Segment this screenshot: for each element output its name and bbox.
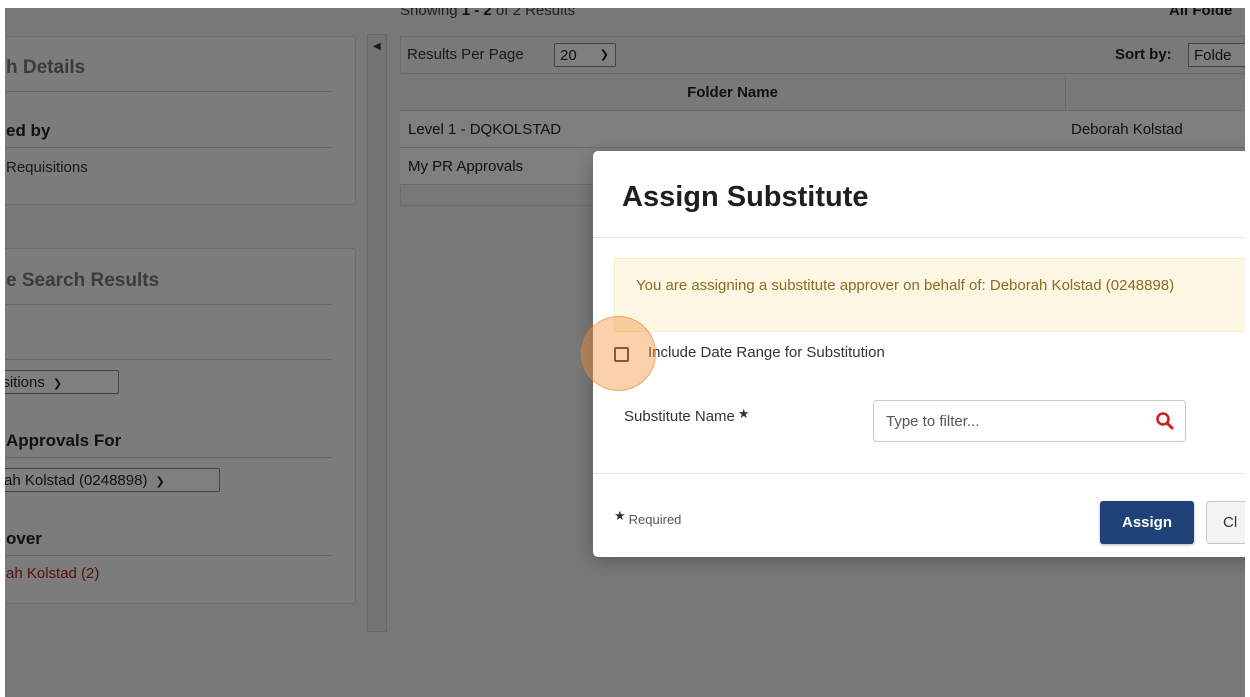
substitute-name-field[interactable]	[873, 400, 1186, 442]
substitute-name-input[interactable]	[886, 410, 1146, 432]
assign-substitute-dialog: Assign Substitute You are assigning a su…	[581, 151, 1245, 557]
app-frame: h Details ed by Requisitions e Search Re…	[5, 8, 1245, 697]
assign-button[interactable]: Assign	[1100, 501, 1194, 544]
alert-text: You are assigning a substitute approver …	[636, 277, 1175, 294]
info-alert: You are assigning a substitute approver …	[614, 258, 1245, 332]
required-note-text: Required	[628, 512, 682, 527]
close-button[interactable]: Cl	[1206, 501, 1245, 544]
required-star-icon: ★	[614, 508, 626, 523]
click-highlight	[581, 316, 656, 391]
required-star-icon: ★	[737, 406, 750, 421]
divider	[593, 473, 1245, 474]
required-note: ★ Required	[614, 508, 682, 528]
substitute-name-label: Substitute Name ★	[624, 406, 750, 425]
dialog-title: Assign Substitute	[622, 181, 869, 213]
substitute-name-text: Substitute Name	[624, 408, 735, 425]
search-icon[interactable]	[1155, 411, 1175, 431]
divider	[593, 237, 1245, 238]
date-range-checkbox-label[interactable]: Include Date Range for Substitution	[648, 344, 885, 361]
